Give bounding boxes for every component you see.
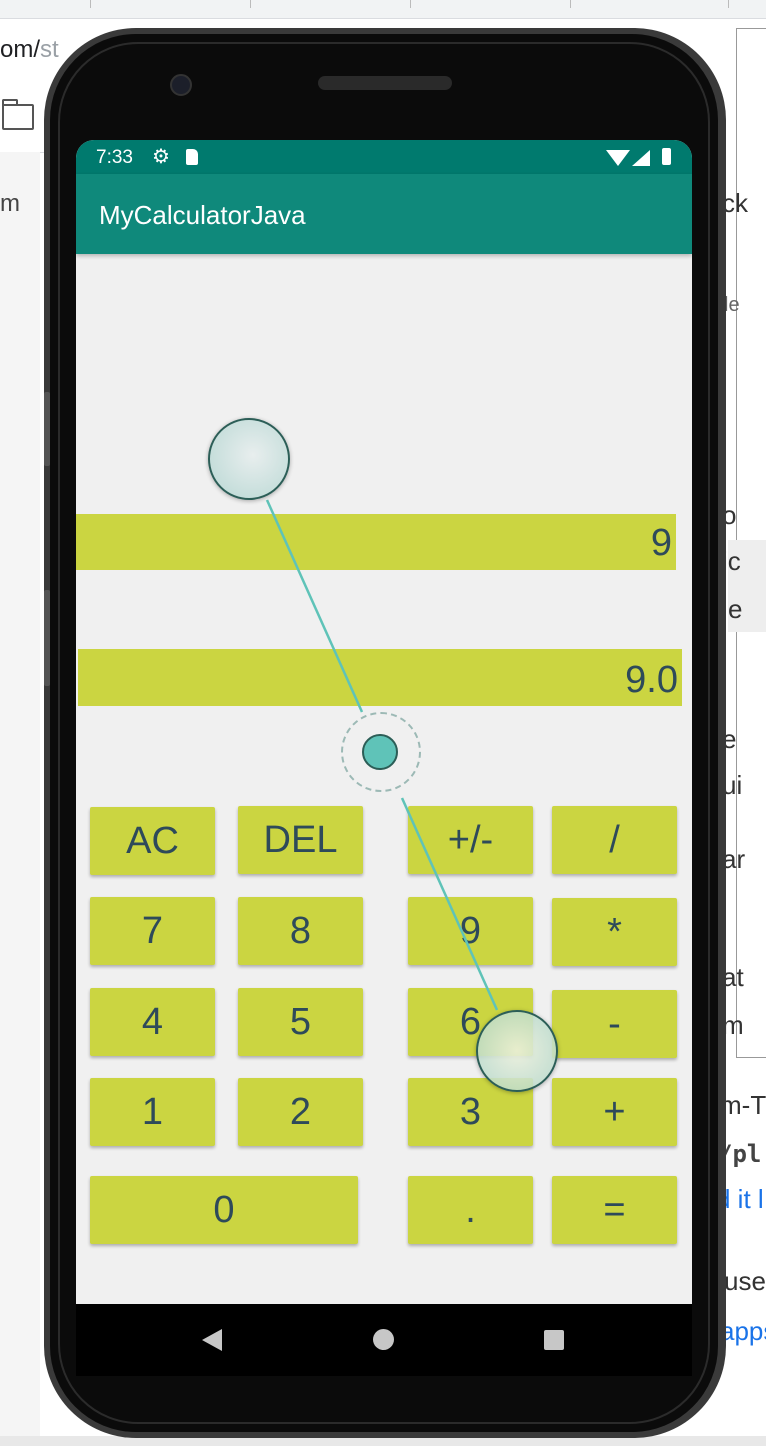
app-title: MyCalculatorJava xyxy=(99,200,306,230)
equals-button[interactable]: = xyxy=(552,1176,677,1244)
touch-end-indicator xyxy=(476,1010,558,1092)
decimal-button[interactable]: . xyxy=(408,1176,533,1244)
touch-midpoint-dot xyxy=(362,734,398,770)
wifi-icon xyxy=(606,150,630,166)
add-button[interactable]: + xyxy=(552,1078,677,1146)
app-bar: MyCalculatorJava xyxy=(76,174,692,254)
digit-7-button[interactable]: 7 xyxy=(90,897,215,965)
background-text-fragment: m xyxy=(0,190,20,217)
gear-icon: ⚙ xyxy=(152,146,170,168)
background-text-fragment: e xyxy=(728,594,743,624)
ruler-tick xyxy=(570,0,571,8)
background-link-fragment[interactable]: apps xyxy=(720,1316,766,1347)
sign-toggle-button[interactable]: +/- xyxy=(408,806,533,874)
home-icon[interactable] xyxy=(373,1329,394,1350)
camera-icon xyxy=(170,74,192,96)
status-bar: 7:33 ⚙ xyxy=(76,140,692,174)
multiply-button[interactable]: * xyxy=(552,898,677,966)
background-left-panel xyxy=(0,152,40,1446)
speaker-grille xyxy=(318,76,452,90)
background-text-fragment: use xyxy=(724,1266,766,1296)
recents-icon[interactable] xyxy=(544,1330,564,1350)
background-text-fragment: le xyxy=(724,294,740,316)
folder-icon[interactable] xyxy=(2,99,34,130)
digit-2-button[interactable]: 2 xyxy=(238,1078,363,1146)
back-icon[interactable] xyxy=(202,1329,222,1351)
background-text-fragment: m-T xyxy=(720,1090,766,1120)
navigation-bar xyxy=(76,1304,692,1376)
browser-top-strip xyxy=(0,0,766,19)
delete-button[interactable]: DEL xyxy=(238,806,363,874)
digit-1-button[interactable]: 1 xyxy=(90,1078,215,1146)
divide-button[interactable]: / xyxy=(552,806,677,874)
browser-url-fragment[interactable]: om/st xyxy=(0,36,59,64)
ruler-tick xyxy=(410,0,411,8)
result-display: 9.0 xyxy=(78,649,682,706)
ruler-tick xyxy=(728,0,729,8)
subtract-button[interactable]: - xyxy=(552,990,677,1058)
battery-icon xyxy=(662,148,671,165)
ruler-tick xyxy=(90,0,91,8)
ruler-tick xyxy=(250,0,251,8)
clear-button[interactable]: AC xyxy=(90,807,215,875)
digit-9-button[interactable]: 9 xyxy=(408,897,533,965)
digit-8-button[interactable]: 8 xyxy=(238,897,363,965)
digit-4-button[interactable]: 4 xyxy=(90,988,215,1056)
signal-icon xyxy=(632,150,650,166)
touch-start-indicator xyxy=(208,418,290,500)
status-time: 7:33 xyxy=(96,147,133,168)
input-display: 9 xyxy=(76,514,676,570)
digit-5-button[interactable]: 5 xyxy=(238,988,363,1056)
sd-card-icon xyxy=(186,149,198,165)
digit-0-button[interactable]: 0 xyxy=(90,1176,358,1244)
